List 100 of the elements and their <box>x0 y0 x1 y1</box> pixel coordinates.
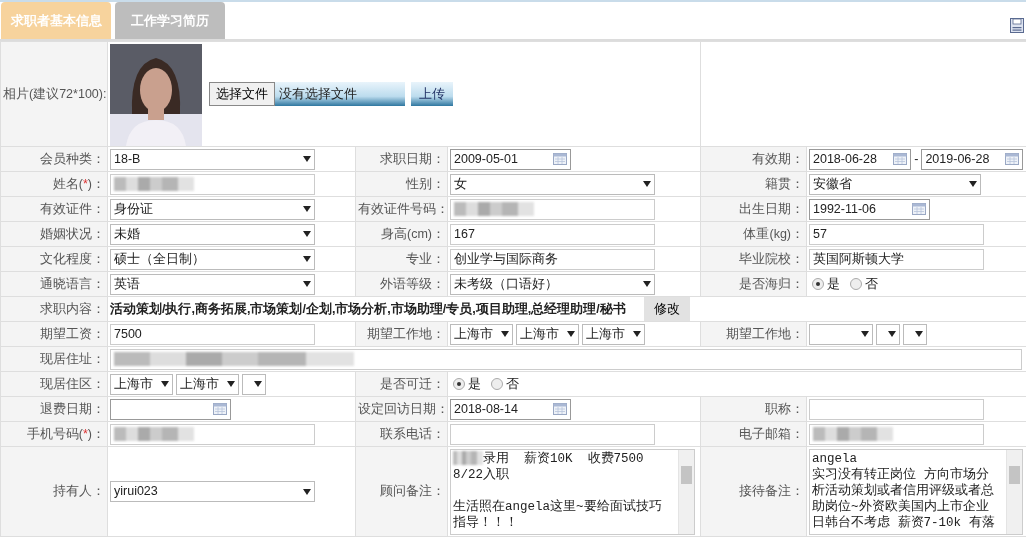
scrollbar[interactable] <box>678 449 694 534</box>
caret-icon <box>303 281 311 287</box>
text-field[interactable] <box>110 423 315 445</box>
text-field[interactable] <box>450 423 655 445</box>
save-icon[interactable] <box>1010 18 1024 33</box>
notes-field[interactable]: 录用 薪资10K 收费7500 8/22入职 生活照在angela这里~要给面试技巧 指导！！！ <box>450 448 695 535</box>
select-field[interactable]: 上海市 <box>516 323 580 345</box>
date-field[interactable]: 2018-08-14 <box>450 398 571 420</box>
text-field[interactable] <box>110 173 315 195</box>
text-field[interactable]: 7500 <box>110 323 315 345</box>
caret-icon <box>633 331 642 337</box>
field-label: 联系电话： <box>380 426 445 441</box>
select-field[interactable] <box>809 323 873 345</box>
radio-label: 否 <box>864 275 878 293</box>
caret-icon <box>567 331 576 337</box>
field-label: 手机号码(*)： <box>26 426 105 441</box>
radio-button[interactable] <box>812 278 825 290</box>
select-field[interactable]: 身份证 <box>110 198 315 220</box>
field-label: 会员种类： <box>40 151 105 166</box>
calendar-icon[interactable] <box>893 153 907 165</box>
choose-file-button[interactable]: 选择文件 <box>209 82 275 106</box>
select-field[interactable]: yirui023 <box>110 481 315 502</box>
field-label: 相片(建议72*100): <box>3 86 107 101</box>
field-label: 姓名(*)： <box>52 176 105 191</box>
select-field[interactable]: 未考级（口语好） <box>450 273 655 295</box>
field-label: 有效期： <box>752 151 804 166</box>
field-label: 持有人： <box>53 484 105 499</box>
field-label: 现居住区： <box>40 376 105 391</box>
caret-icon <box>501 331 509 337</box>
date-field[interactable]: 1992-11-06 <box>809 198 930 220</box>
caret-icon <box>227 381 236 387</box>
field-label: 现居住址： <box>40 351 105 366</box>
field-label: 电子邮箱： <box>739 426 804 441</box>
field-label: 婚姻状况： <box>40 226 105 241</box>
select-field[interactable] <box>242 373 267 395</box>
caret-icon <box>303 156 311 162</box>
radio-button[interactable] <box>490 378 503 390</box>
text-field[interactable]: 167 <box>450 223 655 245</box>
edit-button[interactable]: 修改 <box>643 297 690 321</box>
select-field[interactable]: 上海市 <box>110 373 173 395</box>
select-field[interactable]: 英语 <box>110 273 315 295</box>
field-label: 顾问备注： <box>380 484 445 499</box>
calendar-icon[interactable] <box>912 203 926 215</box>
select-field[interactable] <box>876 323 901 345</box>
text-field[interactable] <box>809 423 984 445</box>
scrollbar[interactable] <box>1006 449 1022 534</box>
radio-label: 是 <box>827 275 841 293</box>
select-field[interactable]: 未婚 <box>110 223 315 245</box>
field-label: 求职内容： <box>40 301 105 316</box>
caret-icon <box>303 256 311 262</box>
field-label: 期望工资： <box>40 326 105 341</box>
select-field[interactable]: 18-B <box>110 148 315 170</box>
caret-icon <box>161 381 169 387</box>
radio-button[interactable] <box>453 378 466 390</box>
field-label: 体重(kg)： <box>743 226 804 241</box>
caret-icon <box>643 281 651 287</box>
text-field[interactable]: 创业学与国际商务 <box>450 248 655 270</box>
select-field[interactable]: 安徽省 <box>809 173 981 195</box>
select-field[interactable]: 硕士（全日制） <box>110 248 315 270</box>
field-label: 籍贯： <box>765 176 804 191</box>
field-label: 专业： <box>406 251 445 266</box>
text-field[interactable]: 57 <box>809 223 984 245</box>
caret-icon <box>303 488 311 495</box>
select-field[interactable]: 女 <box>450 173 655 195</box>
date-field[interactable] <box>110 398 231 420</box>
field-label: 身高(cm)： <box>381 226 445 241</box>
caret-icon <box>861 331 869 337</box>
text-field[interactable]: 英国阿斯顿大学 <box>809 248 984 270</box>
field-label: 外语等级： <box>380 276 445 291</box>
job-intent-text: 活动策划/执行,商务拓展,市场策划/企划,市场分析,市场助理/专员,项目助理,总经理助理/秘书 <box>110 300 626 318</box>
field-label: 期望工作地： <box>367 326 445 341</box>
field-label: 设定回访日期： <box>358 401 449 416</box>
range-separator: - <box>914 150 919 168</box>
text-field[interactable] <box>450 198 655 220</box>
text-field[interactable] <box>110 348 1022 370</box>
caret-icon <box>303 231 311 237</box>
field-label: 有效证件号码： <box>358 201 449 216</box>
date-field[interactable]: 2019-06-28 <box>921 148 1024 170</box>
field-label: 通晓语言： <box>40 276 105 291</box>
field-label: 性别： <box>406 176 445 191</box>
select-field[interactable] <box>903 323 928 345</box>
file-status: 没有选择文件 <box>275 82 405 106</box>
calendar-icon[interactable] <box>553 403 567 415</box>
upload-button[interactable]: 上传 <box>411 82 453 106</box>
date-field[interactable]: 2018-06-28 <box>809 148 911 170</box>
select-field[interactable]: 上海市 <box>450 323 513 345</box>
caret-icon <box>888 331 897 337</box>
select-field[interactable]: 上海市 <box>176 373 240 395</box>
field-label: 是否可迁： <box>380 376 445 391</box>
text-field[interactable] <box>809 398 984 420</box>
calendar-icon[interactable] <box>553 153 567 165</box>
caret-icon <box>969 181 977 187</box>
radio-button[interactable] <box>849 278 862 290</box>
calendar-icon[interactable] <box>1005 153 1020 165</box>
radio-label: 否 <box>505 375 519 393</box>
notes-field[interactable]: angela 实习没有转正岗位 方向市场分 析活动策划或者信用评级或者总 助岗位~外资欧美国内上市企业 日韩台不考虑 薪资7-10k 有落 <box>809 448 1023 535</box>
date-field[interactable]: 2009-05-01 <box>450 148 571 170</box>
field-label: 求职日期： <box>380 151 445 166</box>
select-field[interactable]: 上海市 <box>582 323 646 345</box>
calendar-icon[interactable] <box>213 403 227 415</box>
